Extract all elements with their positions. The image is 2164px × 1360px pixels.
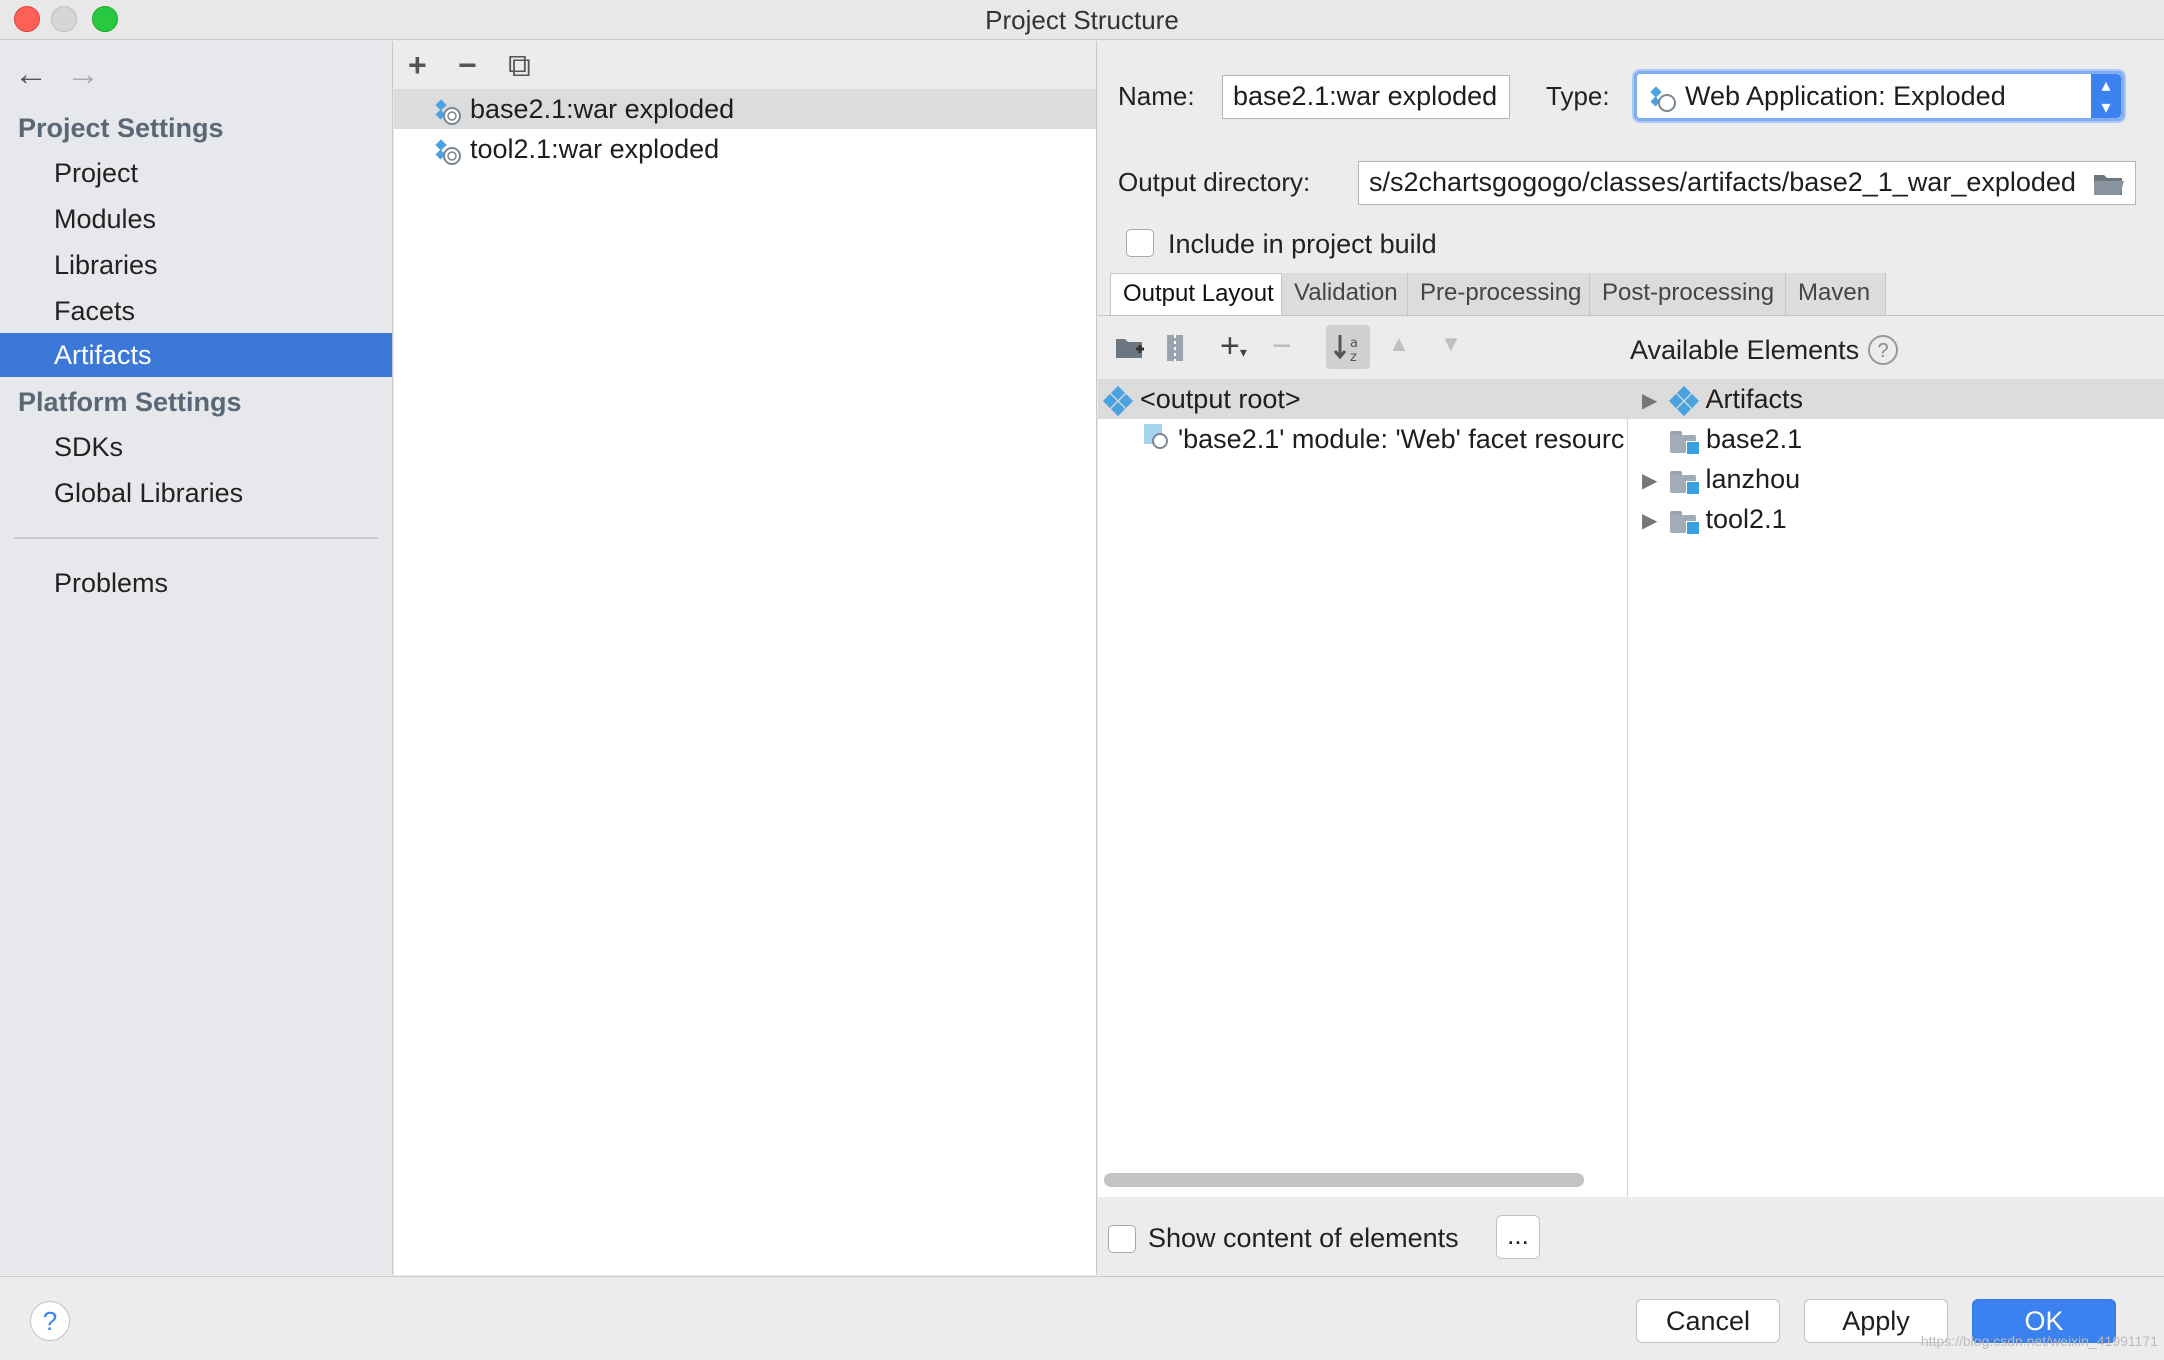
type-select[interactable]: Web Application: Exploded ▴ ▾ [1634,71,2124,121]
tree-label: lanzhou [1705,464,1801,494]
tree-row-artifacts[interactable]: ▶ Artifacts [1628,379,2164,419]
back-arrow-icon[interactable]: ← [14,55,48,94]
create-directory-icon[interactable] [1114,333,1146,369]
sidebar: ← → Project Settings Project Modules Lib… [0,41,393,1275]
sidebar-divider [14,537,378,539]
sidebar-item-libraries[interactable]: Libraries [0,243,392,287]
platform-settings-heading: Platform Settings [18,387,242,417]
tree-row-output-root[interactable]: <output root> [1098,379,1634,419]
tab-post-processing[interactable]: Post-processing [1590,273,1786,315]
war-exploded-icon [434,137,462,165]
title-bar: Project Structure [0,0,2164,40]
war-exploded-icon [434,97,462,125]
sidebar-item-sdks[interactable]: SDKs [0,425,392,469]
select-arrows-icon: ▴ ▾ [2091,74,2121,118]
remove-element-icon[interactable]: − [1272,327,1292,366]
browse-folder-icon[interactable] [2092,169,2126,202]
forward-arrow-icon[interactable]: → [66,55,100,94]
web-facet-icon [1142,421,1170,459]
sidebar-item-global-libraries[interactable]: Global Libraries [0,471,392,515]
tree-row-base2[interactable]: base2.1 [1628,419,2164,459]
artifact-label: tool2.1:war exploded [470,134,720,164]
sidebar-item-problems[interactable]: Problems [0,561,392,605]
add-artifact-icon[interactable]: + [408,47,427,84]
show-content-checkbox[interactable] [1108,1225,1136,1253]
svg-text:z: z [1350,350,1357,365]
tab-divider [1098,315,2164,316]
sidebar-item-modules[interactable]: Modules [0,197,392,241]
output-root-icon [1102,385,1134,416]
create-archive-icon[interactable] [1164,333,1186,371]
help-button[interactable]: ? [30,1301,70,1341]
output-directory-input[interactable]: s/s2chartsgogogo/classes/artifacts/base2… [1358,161,2136,205]
show-content-options-button[interactable]: ... [1496,1215,1540,1259]
tab-validation[interactable]: Validation [1282,273,1408,315]
tree-label: Artifacts [1705,384,1804,414]
tab-maven[interactable]: Maven [1786,273,1886,315]
expand-triangle-icon[interactable]: ▶ [1642,381,1662,419]
artifacts-list-panel: + − ⧉ base2.1:war exploded tool2.1:war e… [394,41,1097,1275]
sidebar-item-project[interactable]: Project [0,151,392,195]
sidebar-item-artifacts[interactable]: Artifacts [0,333,392,377]
artifact-item-base2[interactable]: base2.1:war exploded [394,89,1096,129]
copy-artifact-icon[interactable]: ⧉ [508,47,531,85]
output-directory-label: Output directory: [1118,167,1311,197]
move-down-icon[interactable]: ▼ [1440,331,1462,357]
module-folder-icon [1669,469,1700,495]
watermark: https://blog.csdn.net/weixin_41991171 [1920,1333,2158,1349]
include-in-build-label: Include in project build [1168,229,1437,259]
sort-elements-icon[interactable]: az [1326,325,1370,369]
tree-row-tool2[interactable]: ▶ tool2.1 [1628,499,2164,539]
tree-label: base2.1 [1706,424,1803,454]
module-folder-icon [1670,429,1700,455]
tab-pre-processing[interactable]: Pre-processing [1408,273,1590,315]
include-in-build-checkbox[interactable] [1126,229,1154,257]
name-label: Name: [1118,81,1195,111]
artifact-item-tool2[interactable]: tool2.1:war exploded [394,129,1096,169]
tree-label: <output root> [1140,384,1301,414]
artifact-label: base2.1:war exploded [470,94,735,124]
show-content-label: Show content of elements [1148,1223,1459,1253]
tree-label: tool2.1 [1705,504,1787,534]
move-up-icon[interactable]: ▲ [1388,331,1410,357]
expand-triangle-icon[interactable]: ▶ [1642,461,1662,499]
available-elements-tree: ▶ Artifacts base2.1 ▶ lanzhou ▶ tool2.1 [1628,379,2164,1197]
module-folder-icon [1669,509,1700,535]
dialog-footer: ? Cancel Apply OK https://blog.csdn.net/… [0,1276,2164,1360]
war-exploded-icon [1649,82,1677,126]
artifact-icon [1668,385,1699,416]
window-title: Project Structure [985,5,1179,35]
artifacts-toolbar: + − ⧉ [394,41,1096,89]
cancel-button[interactable]: Cancel [1636,1299,1780,1343]
tree-row-lanzhou[interactable]: ▶ lanzhou [1628,459,2164,499]
type-label: Type: [1546,81,1610,111]
artifact-detail-panel: Name: base2.1:war exploded Type: Web App… [1098,41,2164,1275]
expand-triangle-icon[interactable]: ▶ [1642,501,1662,539]
available-elements-label: Available Elements [1630,335,1860,365]
remove-artifact-icon[interactable]: − [458,47,477,84]
type-select-value: Web Application: Exploded [1685,81,2006,111]
tab-output-layout[interactable]: Output Layout [1110,273,1282,315]
tree-row-web-facet[interactable]: 'base2.1' module: 'Web' facet resourc [1098,419,1672,459]
horizontal-scrollbar[interactable] [1104,1173,1584,1187]
sidebar-item-facets[interactable]: Facets [0,289,392,333]
name-input[interactable]: base2.1:war exploded [1222,75,1510,119]
output-layout-tree: <output root> 'base2.1' module: 'Web' fa… [1098,379,1634,1197]
project-settings-heading: Project Settings [18,113,224,143]
tree-label: 'base2.1' module: 'Web' facet resourc [1178,424,1625,454]
help-circle-icon[interactable]: ? [1868,335,1898,365]
add-copy-icon[interactable]: +▾ [1220,327,1247,366]
svg-text:a: a [1350,336,1358,351]
